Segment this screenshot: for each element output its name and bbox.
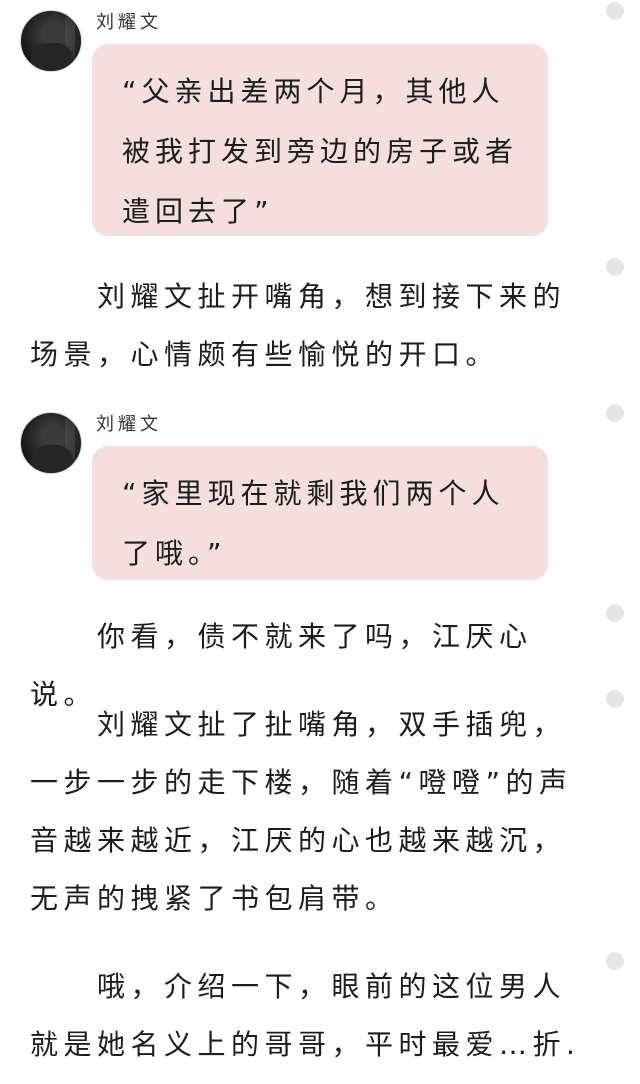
avatar-body <box>31 445 73 473</box>
message-bubble: “父亲出差两个月，其他人被我打发到旁边的房子或者遣回去了” <box>92 44 548 236</box>
margin-dot <box>606 404 624 422</box>
margin-dot <box>606 258 624 276</box>
avatar-head <box>42 21 64 45</box>
speaker-name: 刘耀文 <box>96 12 162 33</box>
avatar[interactable] <box>20 412 82 474</box>
margin-dot <box>606 952 624 970</box>
margin-dot <box>606 690 624 708</box>
narrative-paragraph: 哦，介绍一下，眼前的这位男人就是她名义上的哥哥，平时最爱…折.弄她。 <box>30 970 581 1061</box>
narrative-paragraph: 刘耀文扯了扯嘴角，双手插兜，一步一步的走下楼，随着“噔噔”的声音越来越近，江厌的… <box>30 708 573 915</box>
narrative-paragraph: 刘耀文扯开嘴角，想到接下来的场景，心情颇有些愉悦的开口。 <box>30 280 567 371</box>
avatar-head <box>42 423 64 447</box>
avatar[interactable] <box>20 10 82 72</box>
speaker-name: 刘耀文 <box>96 414 162 435</box>
margin-dot <box>606 2 624 20</box>
avatar-body <box>31 43 73 71</box>
margin-dot <box>606 604 624 622</box>
message-bubble: “家里现在就剩我们两个人了哦。” <box>92 446 548 580</box>
